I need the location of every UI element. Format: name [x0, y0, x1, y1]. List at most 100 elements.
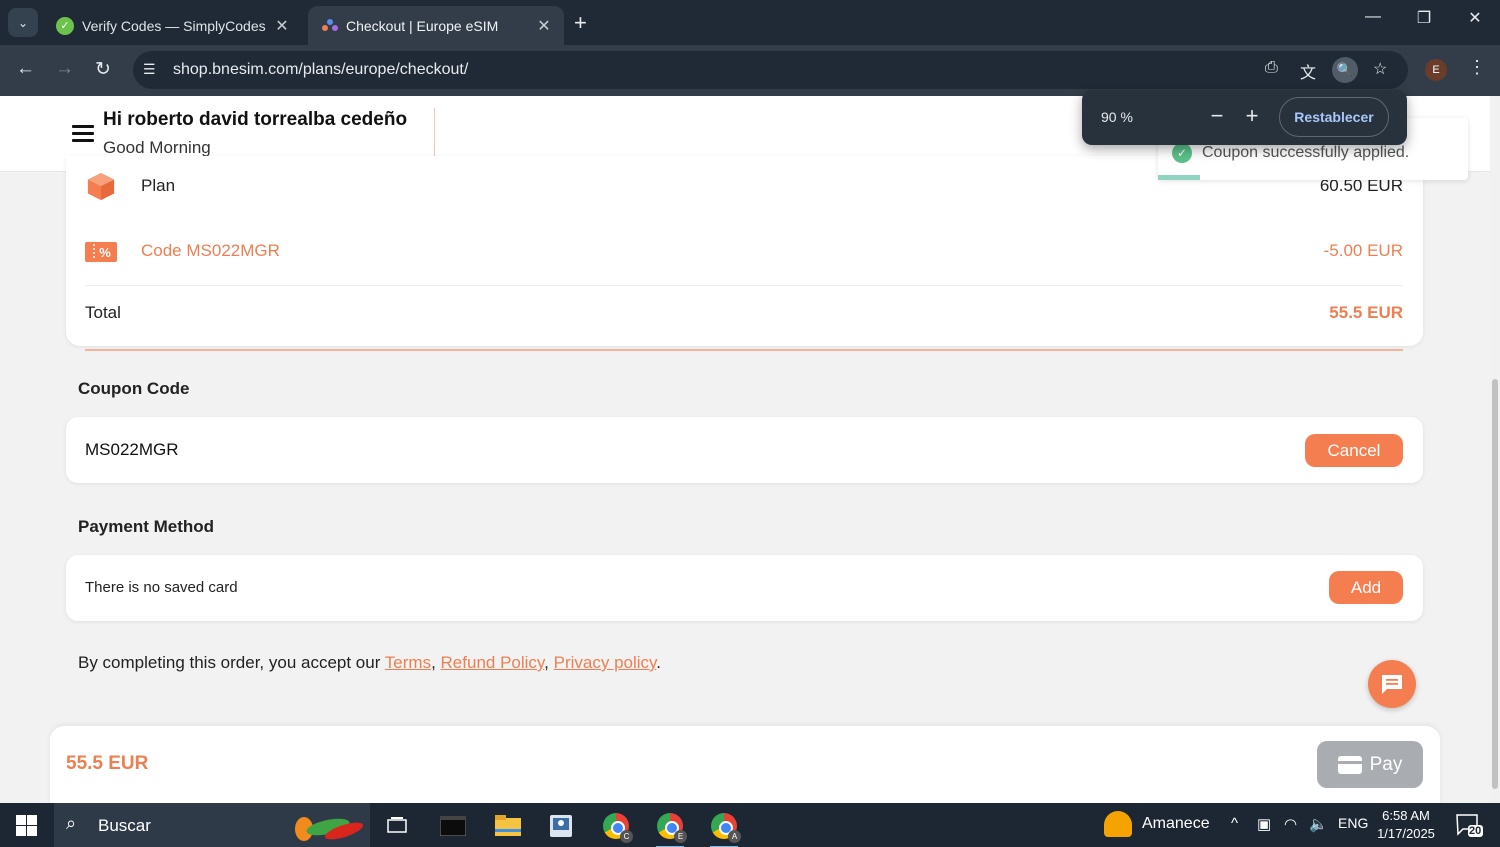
terms-link[interactable]: Terms — [385, 653, 431, 672]
divider — [85, 285, 1403, 286]
meet-now-icon[interactable]: ▣ — [1257, 815, 1271, 833]
site-info-icon[interactable]: ☰ — [143, 61, 156, 78]
forward-icon[interactable]: → — [55, 58, 74, 80]
terms-suffix: . — [656, 653, 662, 672]
app-icon[interactable] — [541, 809, 581, 843]
terms-separator: , — [431, 653, 441, 672]
taskbar-search[interactable]: ⌕ Buscar — [54, 803, 370, 847]
url-text[interactable]: shop.bnesim.com/plans/europe/checkout/ — [173, 61, 468, 79]
zoom-reset-button[interactable]: Restablecer — [1279, 97, 1389, 137]
footer-total: 55.5 EUR — [66, 753, 149, 774]
total-label: Total — [85, 303, 121, 322]
coupon-card: MS022MGR Cancel — [66, 417, 1423, 483]
reload-icon[interactable]: ↻ — [95, 58, 111, 81]
coupon-discount-row: % Code MS022MGR -5.00 EUR — [85, 241, 1403, 262]
plan-label: Plan — [141, 176, 176, 195]
file-explorer-icon[interactable] — [488, 809, 528, 843]
back-icon[interactable]: ← — [16, 58, 35, 80]
sunrise-icon — [1104, 811, 1132, 837]
terms-separator: , — [544, 653, 554, 672]
privacy-policy-link[interactable]: Privacy policy — [554, 653, 657, 672]
chat-bubble-icon — [1382, 675, 1402, 694]
total-row: Total 55.5 EUR — [85, 303, 1403, 323]
notification-count: 20 — [1469, 825, 1482, 837]
terms-prefix: By completing this order, you accept our — [78, 653, 385, 672]
windows-start-icon[interactable] — [16, 815, 37, 836]
minimize-icon[interactable]: — — [1353, 8, 1393, 26]
translate-icon[interactable]: 文 — [1300, 59, 1316, 83]
coupon-section-title: Coupon Code — [78, 379, 190, 398]
svg-text:%: % — [99, 245, 111, 260]
chat-button[interactable] — [1368, 660, 1416, 708]
chrome-profile-e-icon[interactable]: E — [650, 809, 690, 847]
restore-icon[interactable]: ❐ — [1404, 8, 1444, 28]
bookmark-star-icon[interactable]: ☆ — [1373, 59, 1387, 79]
weather-widget[interactable]: Amanece — [1104, 811, 1210, 837]
profile-badge: E — [674, 830, 687, 843]
clock-time: 6:58 AM — [1382, 808, 1430, 823]
close-tab-icon[interactable]: ✕ — [274, 16, 290, 36]
chrome-profile-c-icon[interactable]: C — [596, 809, 636, 843]
hamburger-menu-icon[interactable] — [72, 125, 94, 146]
coupon-discount-value: -5.00 EUR — [1323, 241, 1403, 260]
peppers-illustration-icon — [295, 817, 364, 841]
payment-section-title: Payment Method — [78, 517, 215, 536]
search-icon: ⌕ — [66, 813, 77, 833]
wifi-icon[interactable]: ◠ — [1284, 815, 1297, 833]
chevron-up-icon[interactable]: ^ — [1231, 815, 1238, 832]
check-circle-icon: ✓ — [1172, 143, 1192, 163]
pay-label: Pay — [1369, 753, 1403, 775]
header-divider — [434, 108, 435, 160]
new-tab-icon[interactable]: + — [574, 10, 587, 36]
tab-simplycodes[interactable]: ✓ Verify Codes — SimplyCodes ✕ — [44, 6, 302, 45]
cancel-coupon-button[interactable]: Cancel — [1305, 434, 1403, 467]
toast-message: Coupon successfully applied. — [1202, 144, 1410, 161]
discount-ticket-icon: % — [85, 242, 117, 262]
greeting-title: Hi roberto david torrealba cedeño — [103, 109, 408, 130]
weather-text: Amanece — [1142, 815, 1210, 832]
pay-button[interactable]: Pay — [1317, 741, 1423, 788]
checkout-footer-bar: 55.5 EUR Pay — [50, 726, 1440, 803]
add-card-button[interactable]: Add — [1329, 571, 1403, 604]
volume-icon[interactable]: 🔈 — [1309, 815, 1328, 833]
windows-taskbar: ⌕ Buscar C E A Amanece ^ ▣ ◠ 🔈 ENG 6:58 … — [0, 803, 1500, 847]
zoom-out-icon[interactable]: − — [1205, 103, 1229, 129]
profile-badge: C — [620, 830, 633, 843]
zoom-level: 90 % — [1101, 109, 1133, 125]
language-indicator[interactable]: ENG — [1338, 815, 1368, 831]
box-icon — [87, 172, 115, 201]
checkout-page: Hi roberto david torrealba cedeño Good M… — [0, 96, 1490, 803]
scrollbar-thumb[interactable] — [1492, 379, 1498, 789]
browser-tab-strip: ⌄ ✓ Verify Codes — SimplyCodes ✕ Checkou… — [0, 0, 1500, 45]
refund-policy-link[interactable]: Refund Policy — [441, 653, 545, 672]
taskbar-search-placeholder: Buscar — [98, 816, 151, 835]
notification-center-icon[interactable]: 20 — [1455, 813, 1483, 837]
tab-search-chevron-icon[interactable]: ⌄ — [8, 8, 38, 37]
total-divider — [85, 349, 1403, 351]
greeting-subtitle: Good Morning — [103, 138, 211, 157]
chrome-profile-a-icon[interactable]: A — [704, 809, 744, 847]
no-saved-card-text: There is no saved card — [85, 579, 238, 596]
address-bar[interactable]: ☰ shop.bnesim.com/plans/europe/checkout/… — [133, 51, 1408, 89]
zoom-popup: 90 % − + Restablecer — [1082, 90, 1407, 145]
coupon-code-label: Code MS022MGR — [141, 241, 280, 260]
browser-menu-icon[interactable]: ⋮ — [1468, 57, 1486, 78]
install-app-icon[interactable]: ⎙ — [1265, 59, 1278, 77]
browser-toolbar: ← → ↻ ☰ shop.bnesim.com/plans/europe/che… — [0, 45, 1500, 96]
zoom-icon[interactable]: 🔍 — [1332, 57, 1358, 83]
zoom-in-icon[interactable]: + — [1240, 103, 1264, 129]
terminal-icon[interactable] — [433, 809, 473, 843]
close-tab-icon[interactable]: ✕ — [536, 16, 552, 36]
page-scrollbar[interactable] — [1490, 96, 1500, 803]
profile-avatar[interactable]: E — [1425, 59, 1447, 81]
system-clock[interactable]: 6:58 AM 1/17/2025 — [1372, 807, 1440, 843]
close-window-icon[interactable]: ✕ — [1455, 8, 1495, 28]
toast-progress-bar — [1158, 175, 1200, 180]
tab-checkout[interactable]: Checkout | Europe eSIM ✕ — [308, 6, 564, 45]
tab-title: Checkout | Europe eSIM — [346, 17, 499, 34]
terms-notice: By completing this order, you accept our… — [78, 653, 661, 673]
order-summary-card: Plan 60.50 EUR % Code MS022MGR -5.00 EUR… — [66, 156, 1423, 351]
applied-coupon-code: MS022MGR — [85, 440, 179, 459]
task-view-icon[interactable] — [377, 809, 417, 843]
simplycodes-icon: ✓ — [56, 16, 74, 35]
